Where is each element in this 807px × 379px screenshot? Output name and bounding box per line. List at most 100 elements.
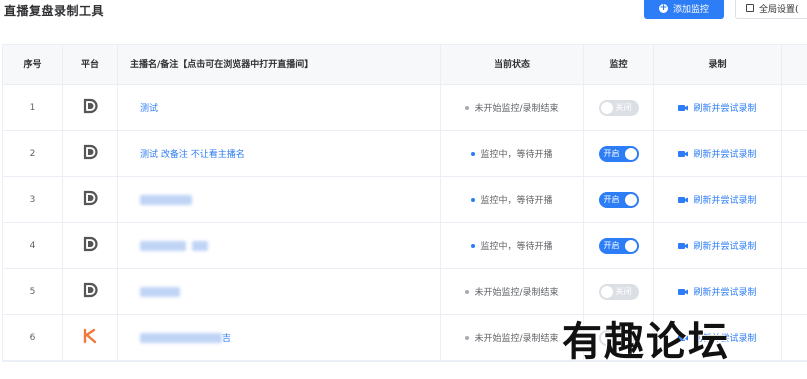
refresh-record-link[interactable]: 刷新并尝试录制 <box>678 285 757 298</box>
streamer-name-link[interactable] <box>140 240 208 251</box>
platform-cell <box>63 223 118 268</box>
add-monitor-label: 添加监控 <box>672 4 709 15</box>
toggle-knob <box>600 101 613 114</box>
settings-icon <box>746 4 754 12</box>
streamer-name-link[interactable] <box>140 286 180 297</box>
redacted-name <box>140 240 186 251</box>
streamer-name-link[interactable]: 吉 <box>140 331 231 344</box>
status-cell: 未开始监控/录制结束 <box>441 269 584 314</box>
extra-cell <box>782 269 807 314</box>
extra-cell <box>782 85 807 130</box>
status-text: 未开始监控/录制结束 <box>465 101 559 114</box>
streamer-name-cell[interactable]: 测试 改备注 不让看主播名 <box>118 131 441 176</box>
status-text: 监控中，等待开播 <box>471 193 553 206</box>
column-header-name: 主播名/备注【点击可在浏览器中打开直播间】 <box>118 45 441 85</box>
status-label: 未开始监控/录制结束 <box>474 104 559 114</box>
monitor-toggle[interactable]: 关闭 <box>598 283 639 300</box>
column-header-platform: 平台 <box>63 45 118 85</box>
status-dot-icon <box>471 197 476 202</box>
refresh-record-label: 刷新并尝试录制 <box>693 150 757 160</box>
status-text: 未开始监控/录制结束 <box>465 285 559 298</box>
streamer-name-cell[interactable] <box>118 177 441 222</box>
streamer-name-link[interactable]: 测试 改备注 不让看主播名 <box>140 147 245 160</box>
column-header-record: 录制 <box>654 45 782 85</box>
global-settings-button[interactable]: 全局设置( <box>735 0 807 19</box>
watermark-logo: 有趣论坛 <box>562 318 730 365</box>
row-index: 2 <box>3 131 63 176</box>
douyin-icon <box>82 236 98 255</box>
video-camera-icon <box>678 150 689 157</box>
header: 直播复盘录制工具 + 添加监控 全局设置( <box>0 0 807 30</box>
video-camera-icon <box>678 242 689 249</box>
monitor-toggle-label: 关闭 <box>615 286 632 296</box>
column-header-monitor: 监控 <box>584 45 654 85</box>
row-index: 5 <box>3 269 63 314</box>
redacted-name <box>140 286 180 297</box>
status-cell: 监控中，等待开播 <box>441 223 584 268</box>
add-monitor-button[interactable]: + 添加监控 <box>644 0 724 19</box>
table-row: 2 测试 改备注 不让看主播名 监控中，等待开播 开启 刷新并尝试录制 <box>3 131 807 177</box>
redacted-name <box>140 194 192 205</box>
streamer-name-cell[interactable]: 吉 <box>118 315 441 360</box>
status-cell: 未开始监控/录制结束 <box>441 85 584 130</box>
status-text: 未开始监控/录制结束 <box>465 331 559 344</box>
platform-cell <box>63 269 118 314</box>
redacted-name <box>192 240 208 251</box>
status-dot-icon <box>471 151 476 156</box>
streamer-name-cell[interactable] <box>118 269 441 314</box>
toggle-knob <box>624 147 637 160</box>
extra-cell <box>782 177 807 222</box>
column-header-extra <box>782 45 807 85</box>
column-header-index: 序号 <box>3 45 63 85</box>
row-index: 4 <box>3 223 63 268</box>
douyin-icon <box>82 190 98 209</box>
monitor-toggle[interactable]: 开启 <box>598 191 639 208</box>
streamer-name-suffix: 吉 <box>222 334 232 344</box>
platform-cell <box>63 131 118 176</box>
status-text: 监控中，等待开播 <box>471 147 553 160</box>
refresh-record-link[interactable]: 刷新并尝试录制 <box>678 239 757 252</box>
refresh-record-link[interactable]: 刷新并尝试录制 <box>678 147 757 160</box>
kuaishou-icon <box>82 328 98 347</box>
monitor-toggle-label: 关闭 <box>615 102 632 112</box>
streamer-name-link[interactable] <box>140 194 192 205</box>
monitor-toggle-label: 开启 <box>603 194 620 204</box>
row-index: 3 <box>3 177 63 222</box>
monitor-cell: 开启 <box>584 223 654 268</box>
global-settings-label: 全局设置( <box>759 4 799 15</box>
extra-cell <box>782 223 807 268</box>
table-row: 3 监控中，等待开播 开启 刷新并尝试录制 <box>3 177 807 223</box>
monitor-toggle-label: 开启 <box>603 240 620 250</box>
streamer-name-link[interactable]: 测试 <box>140 101 158 114</box>
refresh-record-label: 刷新并尝试录制 <box>693 288 757 298</box>
platform-cell <box>63 85 118 130</box>
status-cell: 监控中，等待开播 <box>441 131 584 176</box>
column-header-status: 当前状态 <box>441 45 584 85</box>
record-cell: 刷新并尝试录制 <box>654 85 782 130</box>
monitor-cell: 开启 <box>584 131 654 176</box>
record-cell: 刷新并尝试录制 <box>654 131 782 176</box>
douyin-icon <box>82 144 98 163</box>
table-row: 5 未开始监控/录制结束 关闭 刷新并尝试录制 <box>3 269 807 315</box>
status-dot-icon <box>465 335 470 340</box>
platform-cell <box>63 177 118 222</box>
monitor-toggle[interactable]: 关闭 <box>598 99 639 116</box>
streamer-name-cell[interactable] <box>118 223 441 268</box>
refresh-record-link[interactable]: 刷新并尝试录制 <box>678 193 757 206</box>
table-row: 4 监控中，等待开播 开启 刷新并尝试录制 <box>3 223 807 269</box>
video-camera-icon <box>678 196 689 203</box>
refresh-record-label: 刷新并尝试录制 <box>693 104 757 114</box>
refresh-record-label: 刷新并尝试录制 <box>693 242 757 252</box>
streamer-name-cell[interactable]: 测试 <box>118 85 441 130</box>
video-camera-icon <box>678 288 689 295</box>
row-index: 1 <box>3 85 63 130</box>
monitor-toggle[interactable]: 开启 <box>598 237 639 254</box>
toggle-knob <box>600 285 613 298</box>
douyin-icon <box>82 282 98 301</box>
status-text: 监控中，等待开播 <box>471 239 553 252</box>
monitor-toggle[interactable]: 开启 <box>598 145 639 162</box>
refresh-record-link[interactable]: 刷新并尝试录制 <box>678 101 757 114</box>
status-label: 未开始监控/录制结束 <box>474 288 559 298</box>
page-title: 直播复盘录制工具 <box>4 4 105 18</box>
record-cell: 刷新并尝试录制 <box>654 177 782 222</box>
